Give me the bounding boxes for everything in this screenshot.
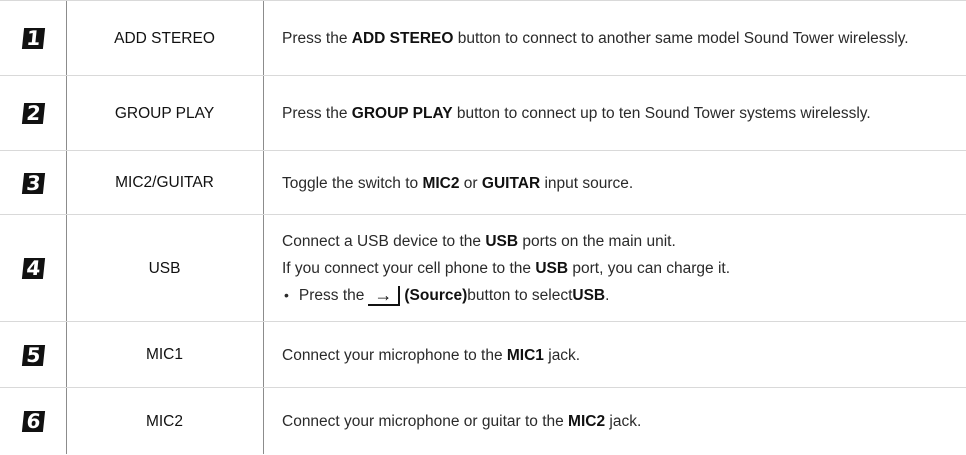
description-line: Press the ADD STEREO button to connect t… [282,27,966,50]
description-line: If you connect your cell phone to the US… [282,257,966,280]
bold-term: MIC1 [506,346,544,364]
table-row: 2 GROUP PLAY Press the GROUP PLAY button t… [0,75,966,151]
feature-label: GROUP PLAY [114,104,215,122]
feature-description: Press the GROUP PLAY button to connect u… [263,76,966,151]
text-segment: button to connect to another same model … [453,30,909,47]
text-segment: Toggle the switch to [282,174,423,192]
row-number-cell: 1 [0,1,66,76]
feature-label: MIC2/GUITAR [115,174,214,191]
number-badge: 3 [21,171,45,195]
number-badge: 2 [21,101,45,125]
feature-description: Connect your microphone to the MIC1 jack… [263,322,966,388]
feature-label: MIC1 [145,346,184,363]
description-line: Connect your microphone or guitar to the… [282,410,966,433]
row-number-cell: 4 [0,215,66,322]
row-number-cell: 3 [0,151,66,215]
table-row: 1 ADD STEREO Press the ADD STEREO button t… [0,0,966,76]
feature-label: USB [148,259,181,277]
table-row: 4 USB Connect a USB device to the USB port… [0,214,966,322]
bullet-dot: • [284,287,289,303]
text-segment: ports on the main unit. [518,233,676,250]
text-segment: button to connect up to ten Sound Tower … [452,105,871,122]
row-number-cell: 6 [0,388,66,455]
number-badge: 1 [21,26,45,50]
description-line: Toggle the switch to MIC2 or GUITAR inpu… [282,172,966,195]
row-number-cell: 2 [0,76,66,151]
text-segment: If you connect your cell phone to the [282,260,536,277]
text-segment: or [459,174,482,192]
text-segment: jack. [605,413,642,430]
text-segment: Connect your microphone to the [282,346,507,364]
text-segment: . [605,287,610,304]
bold-term: USB [572,287,606,304]
description-line: Connect a USB device to the USB ports on… [282,230,966,253]
text-segment: jack. [543,346,581,364]
text-segment: button to select [467,287,573,304]
text-segment: port, you can charge it. [568,260,731,277]
row-number-cell: 5 [0,322,66,388]
bold-term: GUITAR [481,174,541,192]
text-segment: input source. [540,174,634,192]
bullet-item: • Press the → (Source) button to select US… [282,284,966,307]
number-badge: 6 [21,409,45,433]
bold-term: USB [535,260,569,277]
feature-description: Connect your microphone or guitar to the… [263,388,966,455]
source-arrow-icon: → [368,285,401,306]
table-row: 6 MIC2 Connect your microphone or guitar t… [0,387,966,455]
source-label: (Source) [404,287,468,304]
bold-term: MIC2 [422,174,460,192]
text-segment: Press the [282,30,352,47]
number-badge: 5 [21,343,45,367]
bold-term: ADD STEREO [351,30,454,47]
feature-label: ADD STEREO [114,29,215,47]
feature-description: Connect a USB device to the USB ports on… [263,215,966,322]
number-badge: 4 [21,256,45,280]
table-row: 5 MIC1 Connect your microphone to the MIC1… [0,321,966,388]
text-segment: Press the [298,287,365,304]
text-segment: Press the [282,105,352,122]
text-segment: Connect your microphone or guitar to the [282,413,569,430]
description-line: Press the GROUP PLAY button to connect u… [282,102,966,125]
feature-description: Press the ADD STEREO button to connect t… [263,1,966,76]
bold-term: MIC2 [568,413,606,430]
bold-term: USB [485,233,519,250]
feature-description: Toggle the switch to MIC2 or GUITAR inpu… [263,151,966,215]
description-line: Connect your microphone to the MIC1 jack… [282,344,966,367]
text-segment: Connect a USB device to the [282,233,486,250]
bold-term: GROUP PLAY [351,105,453,122]
table-row: 3 MIC2/GUITAR Toggle the switch to MIC2 or… [0,150,966,215]
feature-label: MIC2 [145,412,184,430]
